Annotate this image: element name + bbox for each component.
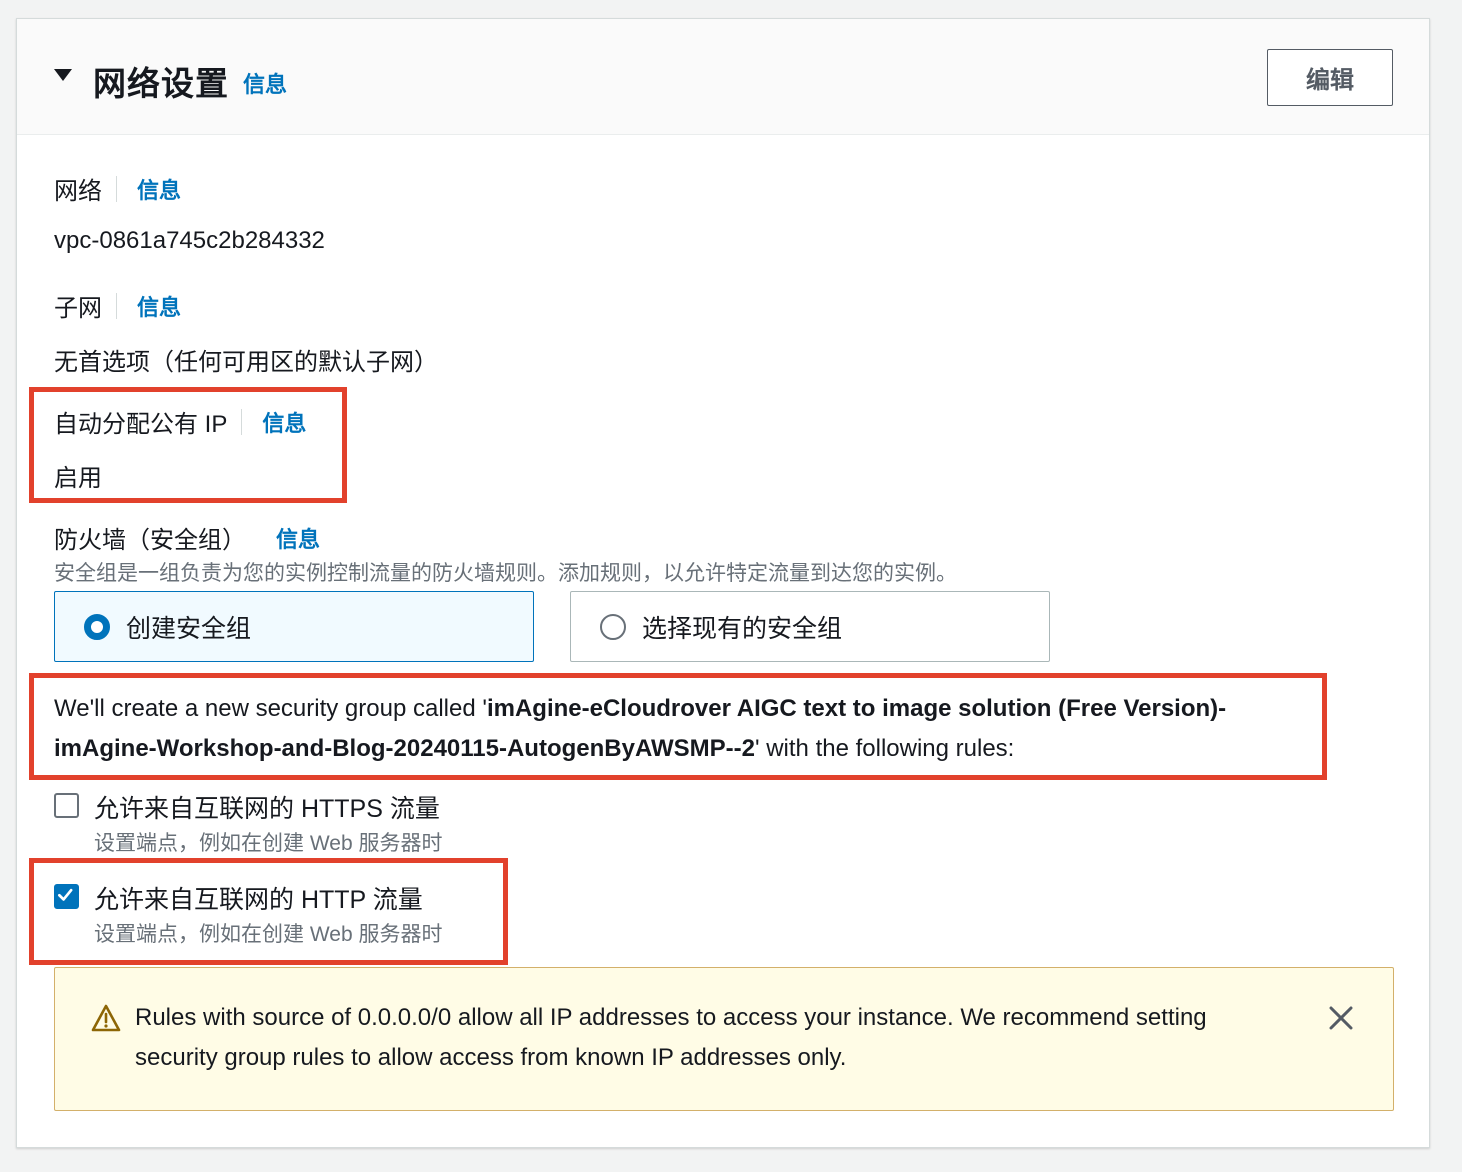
option-label: 创建安全组 bbox=[126, 614, 252, 643]
http-rule-label[interactable]: 允许来自互联网的 HTTP 流量 bbox=[94, 880, 423, 916]
network-settings-panel: 网络设置 信息 编辑 网络 信息 vpc-0861a745c2b284332 子… bbox=[16, 18, 1430, 1148]
warning-text: Rules with source of 0.0.0.0/0 allow all… bbox=[135, 1004, 1207, 1071]
warning-icon bbox=[91, 1004, 121, 1032]
http-checkbox[interactable] bbox=[54, 884, 79, 909]
network-label: 网络 bbox=[54, 178, 102, 205]
public-ip-info-link[interactable]: 信息 bbox=[262, 406, 306, 438]
notice-suffix: ' with the following rules: bbox=[754, 735, 1015, 762]
divider bbox=[116, 175, 117, 202]
divider bbox=[241, 408, 243, 435]
divider bbox=[116, 292, 117, 319]
panel-title: 网络设置 bbox=[93, 65, 229, 102]
public-ip-value: 启用 bbox=[54, 465, 102, 492]
firewall-label: 防火墙（安全组） bbox=[54, 527, 246, 554]
select-existing-security-group-option[interactable]: 选择现有的安全组 bbox=[570, 591, 1050, 662]
network-value: vpc-0861a745c2b284332 bbox=[54, 227, 325, 254]
option-label: 选择现有的安全组 bbox=[642, 614, 843, 643]
check-icon bbox=[58, 888, 73, 901]
header-info-link[interactable]: 信息 bbox=[243, 67, 287, 99]
firewall-field-header: 防火墙（安全组） 信息 bbox=[54, 520, 320, 555]
https-checkbox[interactable] bbox=[54, 793, 79, 818]
close-icon[interactable] bbox=[1327, 1004, 1355, 1032]
https-rule-label[interactable]: 允许来自互联网的 HTTPS 流量 bbox=[94, 789, 440, 825]
subnet-label: 子网 bbox=[54, 295, 102, 322]
subnet-value: 无首选项（任何可用区的默认子网） bbox=[54, 349, 438, 376]
public-ip-label: 自动分配公有 IP bbox=[54, 411, 228, 438]
notice-prefix: We'll create a new security group called… bbox=[54, 695, 487, 722]
network-info-link[interactable]: 信息 bbox=[137, 173, 181, 205]
firewall-description: 安全组是一组负责为您的实例控制流量的防火墙规则。添加规则，以允许特定流量到达您的… bbox=[54, 562, 957, 585]
radio-selected[interactable] bbox=[84, 613, 110, 640]
public-ip-field-header: 自动分配公有 IP 信息 bbox=[54, 404, 306, 439]
warning-alert: Rules with source of 0.0.0.0/0 allow all… bbox=[54, 967, 1394, 1111]
caret-down-icon[interactable] bbox=[53, 67, 73, 83]
https-rule-description: 设置端点，例如在创建 Web 服务器时 bbox=[94, 832, 443, 855]
create-security-group-option[interactable]: 创建安全组 bbox=[54, 591, 534, 662]
security-group-notice: We'll create a new security group called… bbox=[54, 689, 1314, 769]
edit-button[interactable]: 编辑 bbox=[1267, 49, 1393, 106]
subnet-info-link[interactable]: 信息 bbox=[137, 290, 181, 322]
panel-header: 网络设置 信息 编辑 bbox=[17, 19, 1429, 135]
http-rule-description: 设置端点，例如在创建 Web 服务器时 bbox=[94, 923, 443, 946]
radio-unselected[interactable] bbox=[600, 613, 626, 640]
network-field-header: 网络 信息 bbox=[54, 171, 181, 206]
subnet-field-header: 子网 信息 bbox=[54, 288, 181, 323]
firewall-info-link[interactable]: 信息 bbox=[276, 522, 320, 554]
